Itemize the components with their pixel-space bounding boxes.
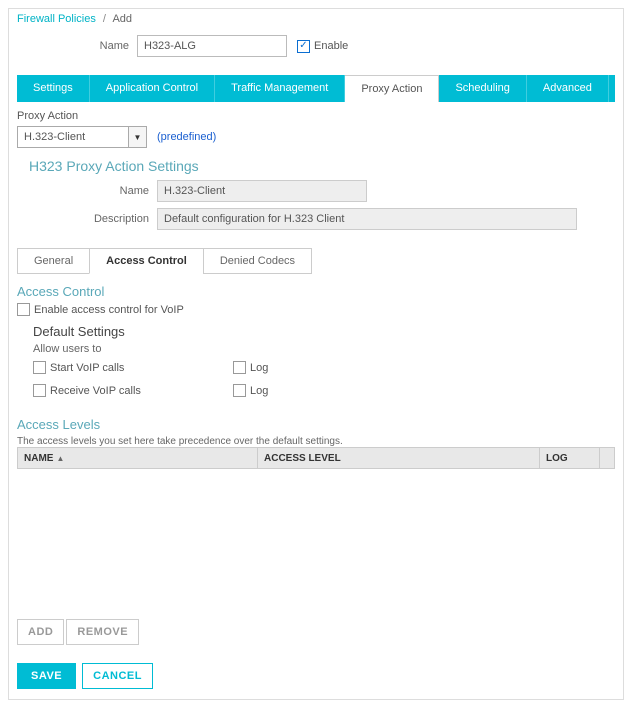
sort-asc-icon: ▲ [56,454,64,463]
name-input[interactable] [137,35,287,57]
start-calls-log-label: Log [250,362,268,374]
start-calls-checkbox[interactable] [33,361,46,374]
predefined-link[interactable]: (predefined) [157,131,216,143]
receive-calls-log-label: Log [250,385,268,397]
enable-label: Enable [314,40,348,52]
save-button[interactable]: SAVE [17,663,76,689]
breadcrumb-current: Add [112,13,132,25]
breadcrumb: Firewall Policies / Add [17,13,615,25]
receive-calls-checkbox[interactable] [33,384,46,397]
tab-advanced[interactable]: Advanced [527,75,609,102]
remove-button[interactable]: REMOVE [66,619,139,645]
chevron-down-icon [128,127,146,147]
subtab-access-control[interactable]: Access Control [89,248,204,274]
settings-desc-value: Default configuration for H.323 Client [157,208,577,230]
subtab-denied-codecs[interactable]: Denied Codecs [203,248,312,274]
subtab-general[interactable]: General [17,248,90,274]
enable-checkbox[interactable] [297,40,310,53]
tab-scheduling[interactable]: Scheduling [439,75,526,102]
tab-settings[interactable]: Settings [17,75,90,102]
proxy-action-selected: H.323-Client [24,131,85,143]
col-log[interactable]: LOG [540,448,600,468]
proxy-action-label: Proxy Action [17,110,615,122]
cancel-button[interactable]: CANCEL [82,663,153,689]
sub-tabs: General Access Control Denied Codecs [17,248,615,274]
breadcrumb-parent-link[interactable]: Firewall Policies [17,13,96,25]
name-label: Name [97,40,137,52]
enable-voip-label: Enable access control for VoIP [34,304,184,316]
settings-name-value: H.323-Client [157,180,367,202]
tab-proxy-action[interactable]: Proxy Action [345,75,439,102]
start-calls-label: Start VoIP calls [50,362,124,374]
start-calls-log-checkbox[interactable] [233,361,246,374]
settings-desc-label: Description [17,213,157,225]
col-access-level[interactable]: ACCESS LEVEL [258,448,540,468]
add-button[interactable]: ADD [17,619,64,645]
table-header: NAME ▲ ACCESS LEVEL LOG [17,447,615,469]
proxy-settings-heading: H323 Proxy Action Settings [29,158,615,174]
tab-application-control[interactable]: Application Control [90,75,215,102]
default-settings-heading: Default Settings [33,324,615,339]
breadcrumb-separator: / [103,13,106,25]
page-container: Firewall Policies / Add Name Enable Sett… [8,8,624,700]
enable-voip-checkbox[interactable] [17,303,30,316]
col-name-text: NAME [24,453,53,464]
proxy-action-select[interactable]: H.323-Client [17,126,147,148]
access-levels-hint: The access levels you set here take prec… [17,436,615,447]
table-body [17,469,615,609]
allow-users-label: Allow users to [33,343,615,355]
tab-traffic-management[interactable]: Traffic Management [215,75,345,102]
col-spacer [600,448,614,468]
access-control-heading: Access Control [17,284,615,299]
receive-calls-label: Receive VoIP calls [50,385,141,397]
main-tabs: Settings Application Control Traffic Man… [17,75,615,102]
settings-name-label: Name [17,185,157,197]
access-levels-heading: Access Levels [17,417,615,432]
col-name[interactable]: NAME ▲ [18,448,258,468]
receive-calls-log-checkbox[interactable] [233,384,246,397]
